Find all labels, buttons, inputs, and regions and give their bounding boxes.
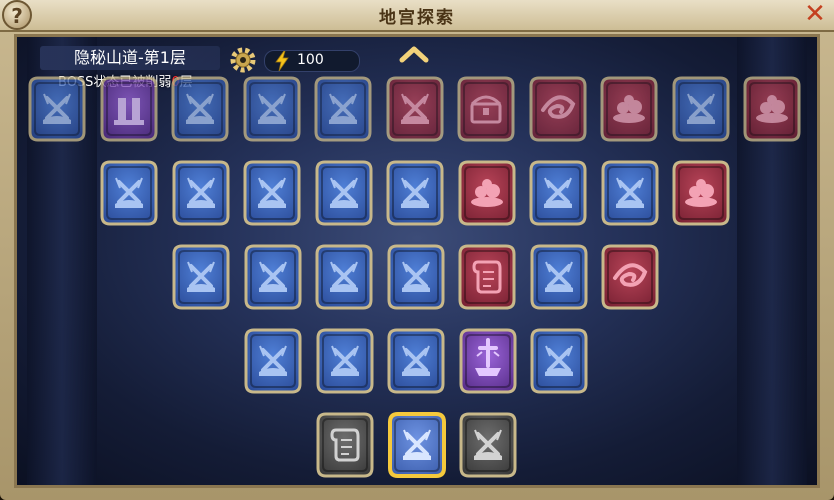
tile-fight-r3c3[interactable] — [313, 242, 375, 312]
tile-fight-r3c1[interactable] — [170, 242, 232, 312]
tile-fight-r3c6[interactable] — [528, 242, 590, 312]
tile-treasure-r1c11[interactable] — [741, 74, 803, 144]
tile-fight-r2c1[interactable] — [98, 158, 160, 228]
tile-treasure-r2c9[interactable] — [670, 158, 732, 228]
tile-fight-r2c2[interactable] — [170, 158, 232, 228]
dialog-title: 地宫探索 — [379, 8, 455, 28]
tile-fight-r1c1[interactable] — [26, 74, 88, 144]
tile-fight-r4c2[interactable] — [314, 326, 376, 396]
tile-treasure-r1c9[interactable] — [598, 74, 660, 144]
energy-value: 100 — [297, 52, 324, 68]
tile-scroll-r5c1[interactable] — [314, 410, 376, 480]
tile-chest-r1c7[interactable] — [455, 74, 517, 144]
tile-fight-r5c3[interactable] — [457, 410, 519, 480]
tile-fight-r1c6[interactable] — [384, 74, 446, 144]
tile-altar-r4c4[interactable] — [457, 326, 519, 396]
tile-fight-r4c5[interactable] — [528, 326, 590, 396]
tile-fight-r2c5[interactable] — [384, 158, 446, 228]
tile-fight-r1c4[interactable] — [241, 74, 303, 144]
tile-scroll-r3c5[interactable] — [456, 242, 518, 312]
tile-fight-r4c1[interactable] — [242, 326, 304, 396]
chevron-up-icon[interactable] — [398, 44, 430, 64]
level-name: 隐秘山道-第1层 — [74, 48, 186, 67]
tile-fight-r1c3[interactable] — [169, 74, 231, 144]
tile-vortex-r3c7[interactable] — [599, 242, 661, 312]
tile-fight-r2c8[interactable] — [599, 158, 661, 228]
tile-fight-r5c2[interactable] — [386, 410, 448, 480]
energy-bolt-icon — [275, 51, 289, 71]
tile-boss-r1c2[interactable] — [98, 74, 160, 144]
tile-fight-r3c2[interactable] — [242, 242, 304, 312]
tile-fight-r3c4[interactable] — [385, 242, 447, 312]
tile-vortex-r1c8[interactable] — [527, 74, 589, 144]
tile-fight-r2c3[interactable] — [241, 158, 303, 228]
tile-fight-r4c3[interactable] — [385, 326, 447, 396]
tile-fight-r2c4[interactable] — [313, 158, 375, 228]
tile-treasure-r2c6[interactable] — [456, 158, 518, 228]
gear-icon[interactable] — [230, 47, 256, 73]
help-button[interactable]: ? — [2, 0, 32, 30]
tile-fight-r1c5[interactable] — [312, 74, 374, 144]
tile-fight-r1c10[interactable] — [670, 74, 732, 144]
close-button[interactable]: ✕ — [802, 1, 828, 28]
tile-fight-r2c7[interactable] — [527, 158, 589, 228]
